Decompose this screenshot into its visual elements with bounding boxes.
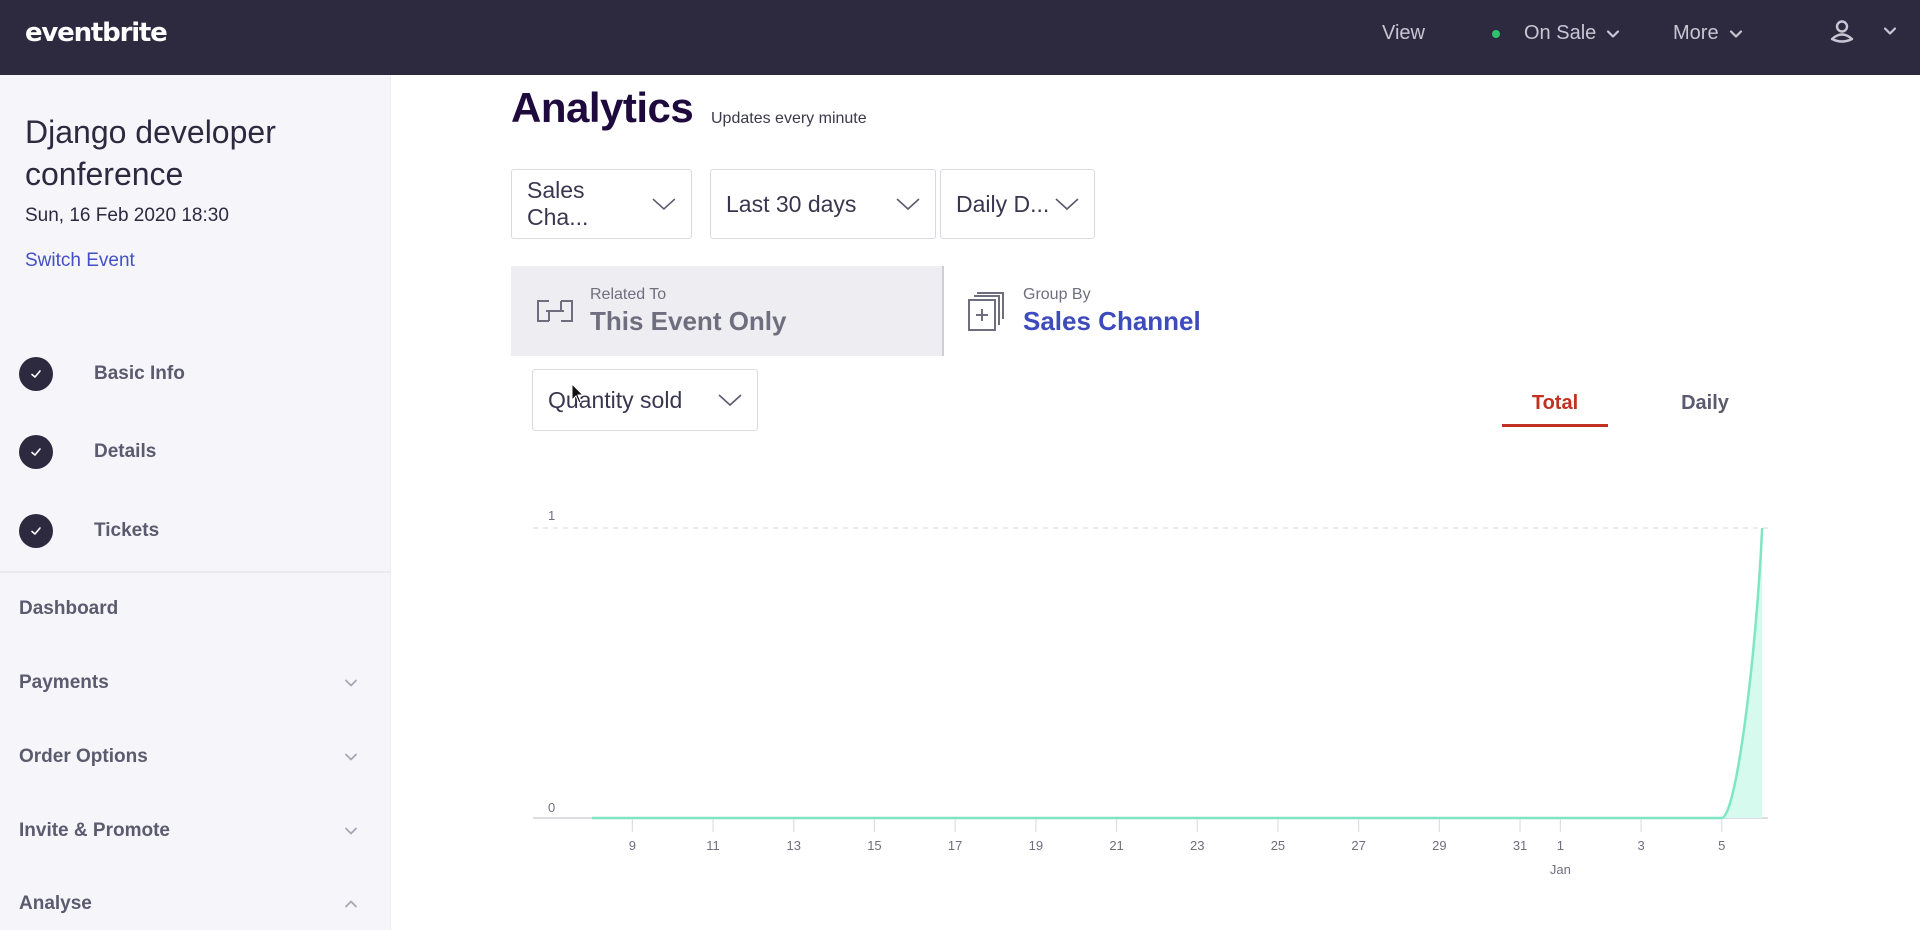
y-tick-label: 1 [548, 508, 555, 523]
series-line [592, 527, 1764, 820]
step-label: Tickets [94, 520, 160, 541]
event-title: Django developer conference [25, 114, 276, 192]
nav-label: Payments [19, 672, 109, 693]
sidebar-item-payments[interactable]: Payments [19, 672, 359, 694]
x-tick-label: 3 [1637, 838, 1644, 853]
group-by-label: Group By [1023, 285, 1091, 303]
page-title: Analytics [511, 84, 694, 131]
x-tick-label: 23 [1190, 838, 1204, 853]
y-tick-label: 0 [548, 800, 555, 815]
tab-total[interactable]: Total [1502, 392, 1608, 427]
related-to-label: Related To [590, 285, 667, 303]
view-label: View [1382, 22, 1425, 44]
sidebar-item-dashboard[interactable]: Dashboard [19, 598, 359, 620]
nav-label: Order Options [19, 746, 148, 767]
chevron-down-icon [718, 394, 742, 407]
chevron-down-icon [345, 827, 357, 835]
report-type-select[interactable]: Sales Cha... [511, 169, 692, 239]
x-tick-label: 19 [1029, 838, 1043, 853]
group-by-selector[interactable]: Group By Sales Channel [944, 266, 1264, 356]
chevron-up-icon [345, 900, 357, 908]
x-tick-label: 11 [706, 838, 720, 853]
mouse-cursor-icon [571, 383, 585, 404]
nav-label: Analyse [19, 893, 92, 914]
event-status-dropdown[interactable]: On Sale [1492, 22, 1620, 45]
metric-select[interactable]: Quantity sold [532, 369, 758, 431]
x-tick-label: 13 [787, 838, 801, 853]
user-menu[interactable] [1829, 18, 1897, 44]
status-dot-icon [1492, 29, 1500, 38]
related-to-selector[interactable]: Related To This Event Only [511, 266, 944, 356]
x-tick-label: 25 [1271, 838, 1285, 853]
status-label: On Sale [1524, 22, 1597, 44]
user-icon [1830, 20, 1854, 43]
chevron-down-icon [896, 198, 920, 211]
chevron-down-icon [1883, 27, 1897, 35]
sidebar-step-tickets[interactable]: Tickets [19, 514, 159, 548]
select-value: Quantity sold [548, 386, 683, 413]
granularity-select[interactable]: Daily D... [940, 169, 1095, 239]
select-value: Sales Cha... [527, 177, 589, 230]
nav-label: Dashboard [19, 598, 119, 619]
x-axis-month-label: Jan [1550, 862, 1571, 877]
chevron-down-icon [652, 198, 676, 211]
select-value: Last 30 days [726, 190, 857, 217]
date-range-select[interactable]: Last 30 days [710, 169, 936, 239]
switch-event-link[interactable]: Switch Event [25, 250, 135, 272]
chevron-down-icon [1729, 29, 1742, 38]
sidebar-item-invite-promote[interactable]: Invite & Promote [19, 820, 359, 842]
add-stack-icon [968, 292, 1004, 331]
sidebar-divider [0, 571, 391, 573]
x-tick-label: 5 [1718, 838, 1725, 853]
sidebar-step-basic-info[interactable]: Basic Info [19, 357, 185, 391]
chevron-down-icon [1055, 198, 1079, 211]
more-dropdown[interactable]: More [1673, 22, 1743, 45]
event-date: Sun, 16 Feb 2020 18:30 [25, 205, 229, 226]
sidebar-item-analyse[interactable]: Analyse [19, 893, 359, 915]
step-label: Details [94, 441, 157, 462]
step-label: Basic Info [94, 363, 185, 384]
top-navigation-bar: eventbrite View On Sale More [0, 0, 1920, 75]
group-by-value: Sales Channel [1023, 305, 1201, 336]
chevron-down-icon [1607, 29, 1620, 38]
check-icon [19, 435, 53, 469]
x-tick-label: 29 [1432, 838, 1446, 853]
x-tick-label: 21 [1109, 838, 1123, 853]
series-area [592, 528, 1763, 818]
sidebar-item-order-options[interactable]: Order Options [19, 746, 359, 768]
sidebar-step-details[interactable]: Details [19, 435, 156, 469]
sidebar: Django developer conference Sun, 16 Feb … [0, 75, 391, 930]
x-tick-label: 17 [948, 838, 962, 853]
tab-daily[interactable]: Daily [1670, 392, 1740, 415]
x-tick-label: 9 [629, 838, 636, 853]
related-to-value: This Event Only [590, 305, 787, 336]
more-label: More [1673, 22, 1719, 44]
quantity-sold-chart: 1 0 9 11 13 15 17 19 21 23 25 27 29 31 1 3 5 Jan [533, 508, 1768, 877]
chevron-down-icon [345, 679, 357, 687]
x-tick-label: 27 [1351, 838, 1365, 853]
x-tick-label: 31 [1513, 838, 1527, 853]
link-icon [537, 300, 573, 322]
view-link[interactable]: View [1382, 22, 1425, 45]
x-tick-label: 15 [867, 838, 881, 853]
x-tick-label: 1 [1557, 838, 1564, 853]
check-icon [19, 514, 53, 548]
check-icon [19, 357, 53, 391]
eventbrite-logo[interactable]: eventbrite [25, 18, 168, 48]
select-value: Daily D... [956, 190, 1050, 217]
page-subtitle: Updates every minute [711, 110, 867, 127]
nav-label: Invite & Promote [19, 820, 170, 841]
chevron-down-icon [345, 753, 357, 761]
